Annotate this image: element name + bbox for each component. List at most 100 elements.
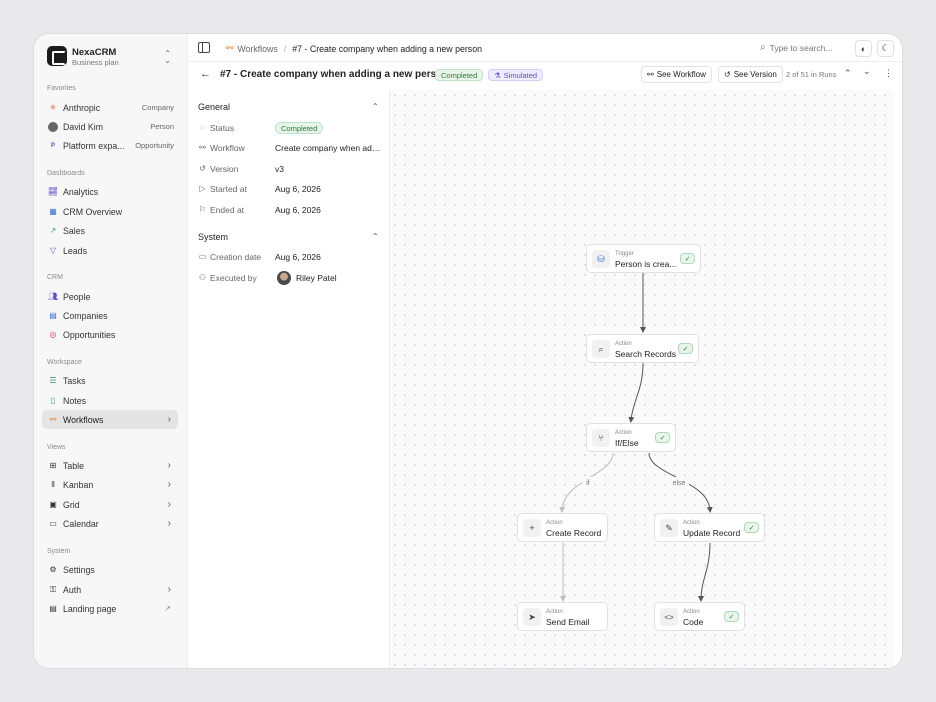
user-icon: ⚇ (198, 273, 207, 282)
detail-row-started-at: ▷ Started at Aug 6, 2026 (199, 184, 321, 194)
sidebar-item-people[interactable]: 👥︎ People (42, 287, 178, 306)
chevron-up-icon[interactable]: ⌃ (372, 102, 379, 111)
workspace-heading: Workspace (47, 359, 82, 366)
trending-up-icon: ↗ (49, 226, 57, 235)
sidebar-item-grid[interactable]: ▣ Grid › (42, 495, 178, 514)
grid-dashboard-icon: ▦ (49, 207, 57, 216)
pencil-icon: ✎ (660, 519, 678, 537)
chevron-right-icon: › (167, 414, 171, 425)
status-badge: Completed (435, 69, 484, 81)
workflow-icon: ⚯ (199, 143, 206, 152)
chevron-up-icon[interactable]: ⌃ (844, 68, 852, 79)
history-icon: ↺ (724, 70, 731, 79)
settings-sliders-icon: ⚙ (49, 565, 57, 574)
avatar (277, 271, 291, 285)
flow-edges: if else (559, 273, 713, 602)
breadcrumb-separator: / (283, 43, 287, 54)
toggle-sidebar-icon[interactable] (198, 42, 210, 53)
see-version-button[interactable]: ↺ See Version (718, 66, 783, 83)
check-icon: ✓ (678, 343, 693, 354)
send-icon: ➤ (523, 608, 541, 626)
search-box[interactable]: ⌕ Type to search... (760, 42, 832, 53)
sidebar-item-analytics[interactable]: 📈︎ Analytics (42, 182, 178, 201)
page-title: #7 - Create company when adding a new pe… (220, 69, 449, 80)
executor-name[interactable]: Riley Patel (296, 273, 337, 283)
target-icon: ◎ (49, 330, 57, 339)
key-icon: ⚿ (49, 584, 57, 594)
flask-icon: ⚗ (494, 70, 501, 80)
chevron-right-icon: › (167, 518, 171, 529)
favorite-platform[interactable]: P Platform expa... Opportunity (42, 136, 178, 155)
favorite-anthropic[interactable]: ✳ Anthropic Company (42, 98, 178, 117)
workflow-canvas[interactable]: if else ⛁ Trigger Person is crea... ✓ ⌕ … (390, 90, 893, 668)
breadcrumb-root[interactable]: Workflows (237, 44, 277, 54)
workspace-name: NexaCRM (72, 47, 117, 58)
main-area: ⚯ Workflows / #7 - Create company when a… (188, 34, 902, 668)
simulated-badge: ⚗ Simulated (488, 69, 544, 81)
sidebar-item-calendar[interactable]: ▭ Calendar › (42, 514, 178, 533)
sidebar-item-table[interactable]: ⊞ Table › (42, 456, 178, 475)
more-vertical-icon[interactable]: ⋮ (884, 68, 893, 79)
sidebar-item-leads[interactable]: ▽ Leads (42, 241, 178, 260)
sidebar-item-sales[interactable]: ↗ Sales (42, 221, 178, 240)
workflow-link[interactable]: Create company when adding a new person (275, 143, 383, 153)
detail-row-workflow: ⚯ Workflow Create company when adding a … (199, 143, 383, 153)
flow-node-send-email[interactable]: ➤ Action Send Email (517, 602, 608, 631)
sidebar-item-landing-page[interactable]: ▤ Landing page ↗ (42, 599, 178, 618)
views-heading: Views (47, 444, 66, 451)
external-link-icon: ↗ (164, 604, 171, 613)
search-icon: ⌕ (592, 340, 610, 358)
history-icon: ↺ (199, 164, 206, 173)
calendar-icon: ▭ (49, 519, 57, 528)
chevron-right-icon: › (167, 584, 171, 595)
detail-row-creation-date: ▭ Creation date Aug 6, 2026 (198, 252, 321, 262)
building-icon: ▤ (49, 311, 57, 320)
favorite-type: Opportunity (135, 141, 174, 150)
crm-heading: CRM (47, 274, 63, 281)
funnel-icon: ▽ (49, 246, 57, 255)
sidebar-item-settings[interactable]: ⚙ Settings (42, 560, 178, 579)
detail-row-version: ↺ Version v3 (199, 164, 284, 174)
grid-icon: ▣ (49, 500, 57, 509)
else-label: else (673, 480, 686, 487)
layout-icon: ▤ (49, 604, 57, 613)
favorite-david-kim[interactable]: David Kim Person (42, 117, 178, 136)
sidebar-item-opportunities[interactable]: ◎ Opportunities (42, 325, 178, 344)
sidebar-item-notes[interactable]: ▯ Notes (42, 391, 178, 410)
chevron-up-icon[interactable]: ⌃ (372, 232, 379, 241)
code-icon: <> (660, 608, 678, 626)
moon-icon[interactable]: ☾ (877, 40, 894, 57)
workspace-logo (47, 46, 67, 66)
detail-row-ended-at: ⚐ Ended at Aug 6, 2026 (198, 205, 321, 215)
chevron-down-icon[interactable]: ⌄ (863, 66, 871, 77)
workspace-switcher[interactable]: NexaCRM Business plan ⌃ ⌄ (47, 46, 175, 68)
sidebar-item-auth[interactable]: ⚿ Auth › (42, 580, 178, 599)
search-icon: ⌕ (760, 42, 766, 53)
sidebar-item-companies[interactable]: ▤ Companies (42, 306, 178, 325)
workflow-icon: ⚯ (226, 43, 234, 53)
flow-node-code[interactable]: <> Action Code ✓ (654, 602, 745, 631)
flow-node-update-record[interactable]: ✎ Action Update Record ✓ (654, 513, 765, 542)
flow-node-create-record[interactable]: + Action Create Record (517, 513, 608, 542)
chevron-right-icon: › (167, 460, 171, 471)
plus-icon: + (523, 519, 541, 537)
sidebar-item-workflows[interactable]: ⚯ Workflows › (42, 410, 178, 429)
check-icon: ✓ (724, 611, 739, 622)
run-header: ← #7 - Create company when adding a new … (188, 62, 902, 88)
palette-icon[interactable]: ◐ (855, 40, 872, 57)
sidebar-item-kanban[interactable]: ⫴ Kanban › (42, 475, 178, 494)
sidebar-item-crm-overview[interactable]: ▦ CRM Overview (42, 202, 178, 221)
flow-node-search-records[interactable]: ⌕ Action Search Records ✓ (586, 334, 699, 363)
flow-node-if-else[interactable]: ⑂ Action If/Else ✓ (586, 423, 676, 452)
see-workflow-button[interactable]: ⚯ See Workflow (641, 66, 712, 83)
back-arrow-icon[interactable]: ← (200, 68, 211, 80)
detail-row-status: ◌ Status Completed (198, 122, 384, 136)
breadcrumb: ⚯ Workflows / #7 - Create company when a… (226, 43, 482, 54)
flow-node-trigger[interactable]: ⛁ Trigger Person is crea... ✓ (586, 244, 701, 273)
details-panel: General ⌃ ◌ Status Completed ⚯ Workflow … (188, 90, 390, 668)
avatar (48, 121, 58, 132)
database-icon: ⛁ (592, 250, 610, 268)
sidebar-item-tasks[interactable]: ☰ Tasks (42, 371, 178, 390)
workspace-plan: Business plan (72, 58, 119, 67)
checklist-icon: ☰ (49, 376, 57, 385)
